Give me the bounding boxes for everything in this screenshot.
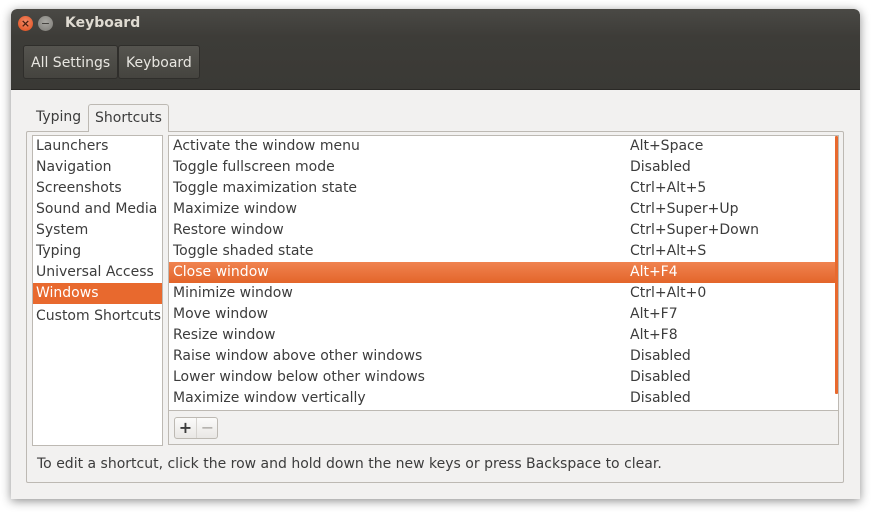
window-title: Keyboard [65,15,141,31]
close-icon[interactable]: × [18,16,33,31]
shortcut-accelerator: Ctrl+Alt+0 [630,285,707,301]
shortcut-name: Close window [173,264,269,280]
shortcut-name: Toggle maximization state [173,180,358,196]
shortcut-row[interactable]: Toggle fullscreen mode Disabled [169,157,838,178]
shortcut-row[interactable]: Resize window Alt+F8 [169,325,838,346]
category-item[interactable]: System [33,220,162,241]
shortcut-name: Maximize window [173,201,297,217]
shortcut-accelerator: Disabled [630,348,691,364]
hint-text: To edit a shortcut, click the row and ho… [37,456,662,472]
category-item[interactable]: Launchers [33,136,162,157]
shortcut-name: Restore window [173,222,284,238]
tab-shortcuts[interactable]: Shortcuts [88,104,169,132]
shortcut-name: Activate the window menu [173,138,360,154]
shortcut-name: Toggle fullscreen mode [173,159,335,175]
category-item[interactable]: Custom Shortcuts [33,306,162,327]
category-item[interactable]: Universal Access [33,262,162,283]
add-remove-group: + − [174,417,218,439]
shortcut-accelerator: Ctrl+Super+Up [630,201,739,217]
shortcut-name: Move window [173,306,269,322]
shortcut-accelerator: Disabled [630,369,691,385]
shortcut-row[interactable]: Move window Alt+F7 [169,304,838,325]
shortcut-row[interactable]: Restore window Ctrl+Super+Down [169,220,838,241]
toolbar: All Settings Keyboard [11,37,860,90]
shortcut-accelerator: Ctrl+Alt+5 [630,180,707,196]
shortcut-accelerator: Ctrl+Alt+S [630,243,707,259]
shortcut-row[interactable]: Lower window below other windows Disabled [169,367,838,388]
shortcut-accelerator: Alt+F4 [630,264,678,280]
category-item[interactable]: Navigation [33,157,162,178]
shortcut-row[interactable]: Toggle shaded state Ctrl+Alt+S [169,241,838,262]
shortcut-name: Toggle shaded state [173,243,314,259]
scrollbar[interactable] [835,136,838,394]
shortcut-accelerator: Ctrl+Super+Down [630,222,760,238]
shortcut-name: Raise window above other windows [173,348,423,364]
shortcut-accelerator: Alt+F7 [630,306,678,322]
shortcut-name: Lower window below other windows [173,369,425,385]
shortcut-row[interactable]: Close window Alt+F4 [169,262,838,283]
shortcut-row[interactable]: Maximize window vertically Disabled [169,388,838,409]
shortcut-name: Maximize window vertically [173,390,366,406]
add-shortcut-button[interactable]: + [175,418,197,438]
shortcut-row[interactable]: Activate the window menu Alt+Space [169,136,838,157]
shortcut-row[interactable]: Minimize window Ctrl+Alt+0 [169,283,838,304]
shortcut-row[interactable]: Maximize window Ctrl+Super+Up [169,199,838,220]
category-item[interactable]: Sound and Media [33,199,162,220]
keyboard-breadcrumb-button[interactable]: Keyboard [118,45,200,79]
remove-shortcut-button[interactable]: − [197,418,218,438]
titlebar: × − Keyboard [11,9,860,37]
shortcut-accelerator: Disabled [630,390,691,406]
shortcut-accelerator: Alt+F8 [630,327,678,343]
category-list: Launchers Navigation Screenshots Sound and … [32,135,163,446]
shortcut-list: Activate the window menu Alt+Space Toggle … [168,135,839,411]
shortcut-row[interactable]: Toggle maximization state Ctrl+Alt+5 [169,178,838,199]
category-item[interactable]: Typing [33,241,162,262]
shortcut-accelerator: Disabled [630,159,691,175]
all-settings-button[interactable]: All Settings [23,45,119,79]
minimize-icon[interactable]: − [38,16,53,31]
tab-typing[interactable]: Typing [30,104,87,131]
shortcut-row[interactable]: Raise window above other windows Disabled [169,346,838,367]
shortcut-name: Minimize window [173,285,293,301]
list-toolbar: + − [168,411,839,445]
keyboard-window: × − Keyboard All Settings Keyboard Typin… [11,9,860,499]
shortcut-accelerator: Alt+Space [630,138,704,154]
shortcut-name: Resize window [173,327,276,343]
category-item[interactable]: Windows [33,283,162,304]
category-item[interactable]: Screenshots [33,178,162,199]
